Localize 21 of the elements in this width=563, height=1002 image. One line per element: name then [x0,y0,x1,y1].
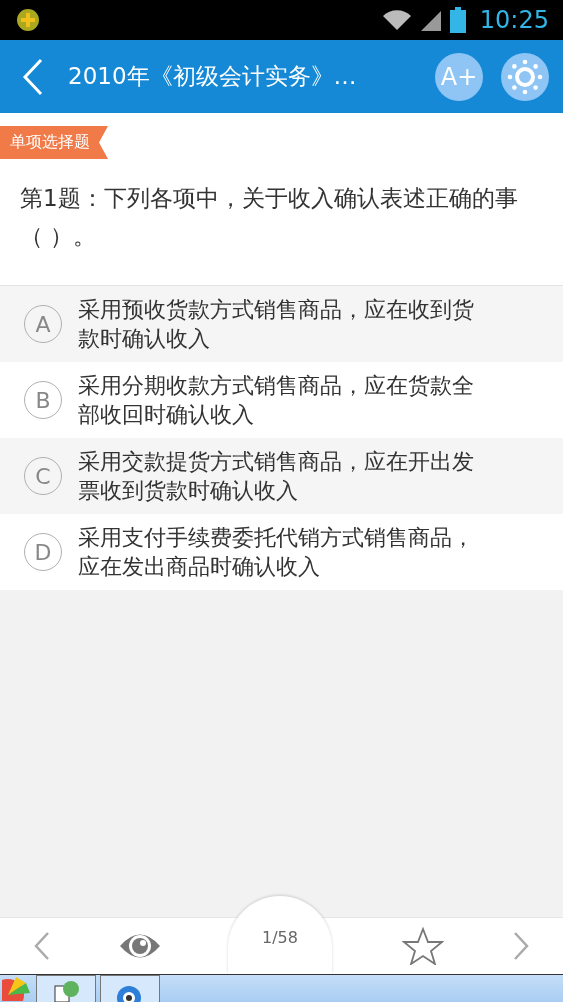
page-counter[interactable]: 1/58 [228,896,332,974]
brightness-button[interactable] [501,52,549,101]
question-text: 第1题：下列各项中，关于收入确认表述正确的事（ ）。 [20,184,519,251]
taskbar-app-icon[interactable] [100,975,160,1002]
star-icon[interactable] [402,927,445,965]
page-title: 2010年《初级会计实务》… [68,62,358,91]
taskbar-app-icon[interactable] [36,975,96,1002]
font-size-button[interactable]: A+ [435,52,483,101]
option-text: 采用分期收款方式销售商品，应在货款全部收回时确认收入 [78,372,475,429]
option-text: 采用预收货款方式销售商品，应在收到货款时确认收入 [78,296,475,353]
back-button[interactable] [22,57,44,96]
app-notification-icon [16,8,40,32]
previous-button[interactable] [34,931,51,961]
question-type-tag: 单项选择题 [0,126,108,159]
option-text: 采用交款提货方式销售商品，应在开出发票收到货款时确认收入 [78,448,475,505]
clock-time: 10:25 [479,6,549,34]
start-icon[interactable] [2,975,32,1001]
wifi-icon [381,8,412,32]
option-text: 采用支付手续费委托代销方式销售商品，应在发出商品时确认收入 [78,524,475,581]
battery-icon [449,7,466,33]
next-button[interactable] [512,931,529,961]
